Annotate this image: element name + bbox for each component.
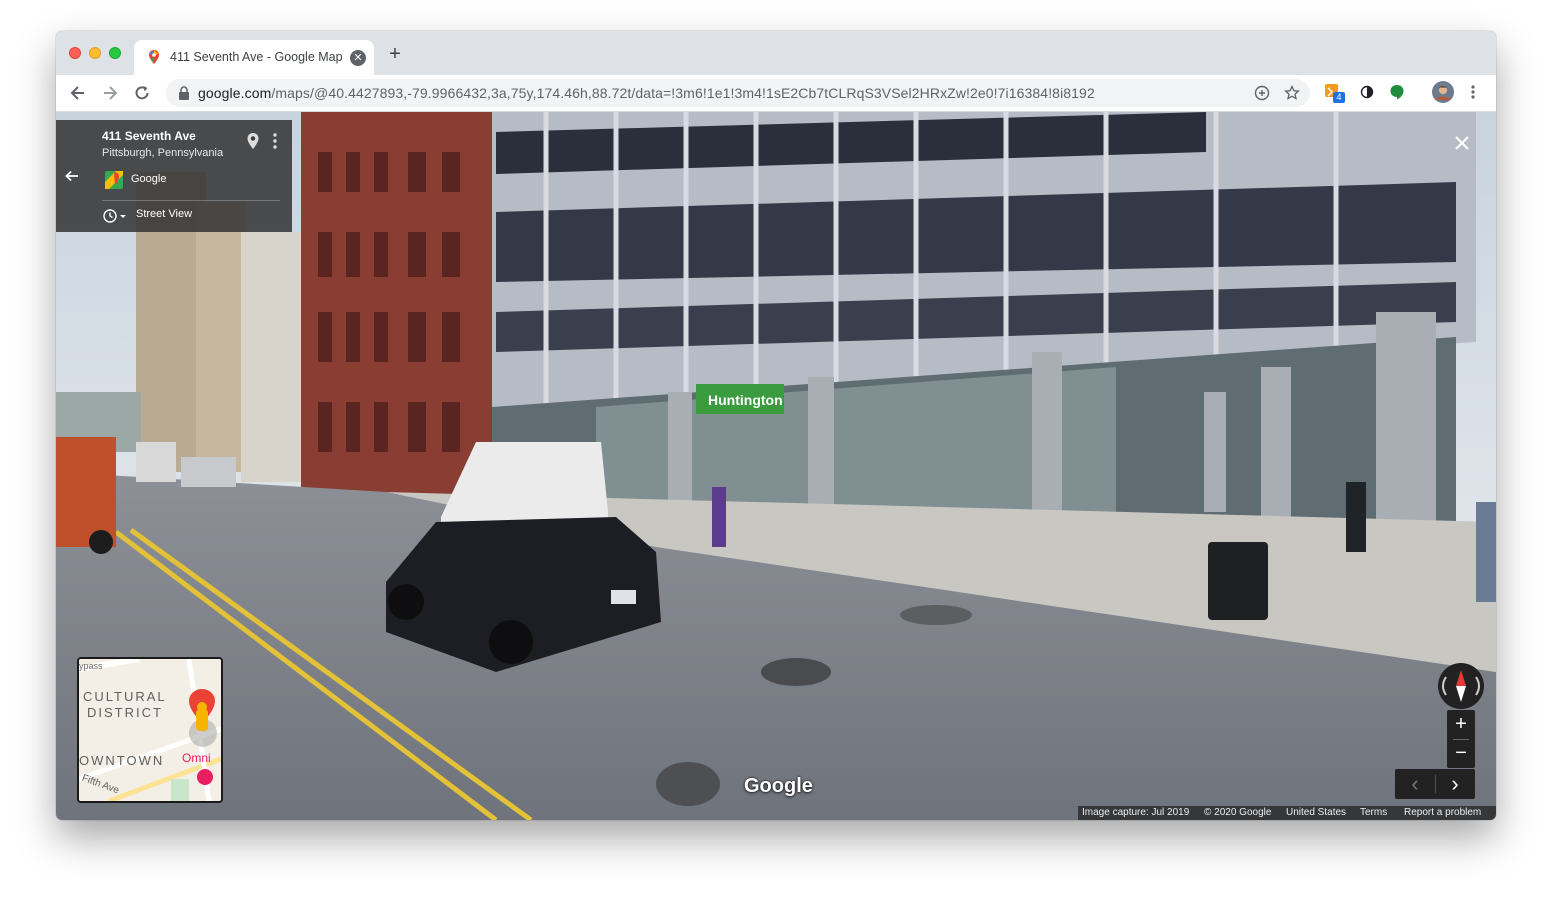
chat-icon[interactable] [1388, 83, 1406, 101]
pager-divider [1435, 775, 1436, 793]
place-title: 411 Seventh Ave [102, 129, 196, 143]
reload-icon[interactable] [132, 83, 152, 103]
image-capture-date: Image capture: Jul 2019 [1082, 807, 1190, 818]
minimap-poi-label: Omni [182, 751, 211, 765]
minimap[interactable]: ypass CULTURAL DISTRICT OWNTOWN Omni Fif… [77, 657, 223, 803]
extension-badge: 4 [1333, 92, 1345, 103]
street-view-label: Street View [136, 208, 193, 220]
close-window-button[interactable] [69, 47, 81, 59]
url-text[interactable]: google.com/maps/@40.4427893,-79.9966432,… [198, 85, 1095, 101]
report-problem-link[interactable]: Report a problem [1404, 806, 1481, 820]
new-tab-button[interactable]: + [386, 44, 404, 64]
zoom-out-button[interactable]: − [1447, 740, 1475, 768]
street-view[interactable]: Huntington 411 Seventh Ave Pittsburgh, P… [56, 112, 1496, 820]
browser-window: 411 Seventh Ave - Google Maps ✕ + google… [56, 31, 1496, 820]
url-host: google.com [198, 85, 272, 101]
card-divider [102, 200, 280, 201]
lock-icon[interactable] [178, 86, 190, 100]
maps-pin-icon [149, 50, 159, 64]
close-tab-icon[interactable]: ✕ [350, 50, 366, 66]
image-pager: ‹ › [1395, 769, 1475, 799]
star-icon[interactable] [1284, 85, 1300, 101]
huntington-sign: Huntington [708, 392, 783, 408]
minimap-district-label-2: DISTRICT [87, 705, 163, 720]
google-maps-icon [105, 171, 123, 189]
contrast-icon[interactable] [1358, 83, 1376, 101]
terms-link[interactable]: Terms [1360, 806, 1387, 820]
avatar[interactable] [1432, 81, 1454, 103]
minimize-window-button[interactable] [89, 47, 101, 59]
close-icon[interactable] [1451, 132, 1473, 154]
minimap-road-label: ypass [79, 661, 103, 671]
next-image-button[interactable]: › [1443, 773, 1467, 795]
minimap-district-label: CULTURAL [83, 689, 167, 704]
place-info-card: 411 Seventh Ave Pittsburgh, Pennsylvania… [56, 120, 292, 232]
history-clock-icon[interactable] [102, 208, 128, 224]
tab-title: 411 Seventh Ave - Google Maps [170, 50, 342, 64]
location-pin-icon[interactable] [246, 132, 260, 150]
minimap-area-label: OWNTOWN [79, 753, 165, 768]
more-options-icon[interactable] [270, 132, 280, 150]
toolbar: google.com/maps/@40.4427893,-79.9966432,… [56, 75, 1496, 112]
extension-icon[interactable]: 4 [1324, 83, 1345, 103]
add-icon[interactable] [1254, 85, 1270, 101]
place-subtitle: Pittsburgh, Pennsylvania [102, 147, 224, 159]
attribution-bar: Image capture: Jul 2019 © 2020 Google Un… [1078, 806, 1496, 820]
copyright: © 2020 Google [1204, 807, 1272, 818]
maximize-window-button[interactable] [109, 47, 121, 59]
forward-icon[interactable] [100, 83, 120, 103]
zoom-in-button[interactable]: + [1447, 710, 1475, 738]
url-path: /maps/@40.4427893,-79.9966432,3a,75y,174… [271, 85, 1095, 101]
back-icon[interactable] [68, 83, 88, 103]
google-watermark: Google [744, 775, 813, 797]
country-link[interactable]: United States [1286, 806, 1346, 820]
previous-image-button[interactable]: ‹ [1403, 773, 1427, 795]
tab-google-maps[interactable]: 411 Seventh Ave - Google Maps ✕ [134, 40, 374, 75]
zoom-control: + − [1447, 710, 1475, 768]
source-label: Google [131, 173, 167, 185]
compass-icon[interactable] [1437, 662, 1485, 710]
back-arrow-icon[interactable] [64, 168, 80, 184]
address-bar[interactable]: google.com/maps/@40.4427893,-79.9966432,… [166, 79, 1310, 107]
tab-strip: 411 Seventh Ave - Google Maps ✕ + [56, 31, 1496, 75]
menu-icon[interactable] [1464, 83, 1482, 101]
